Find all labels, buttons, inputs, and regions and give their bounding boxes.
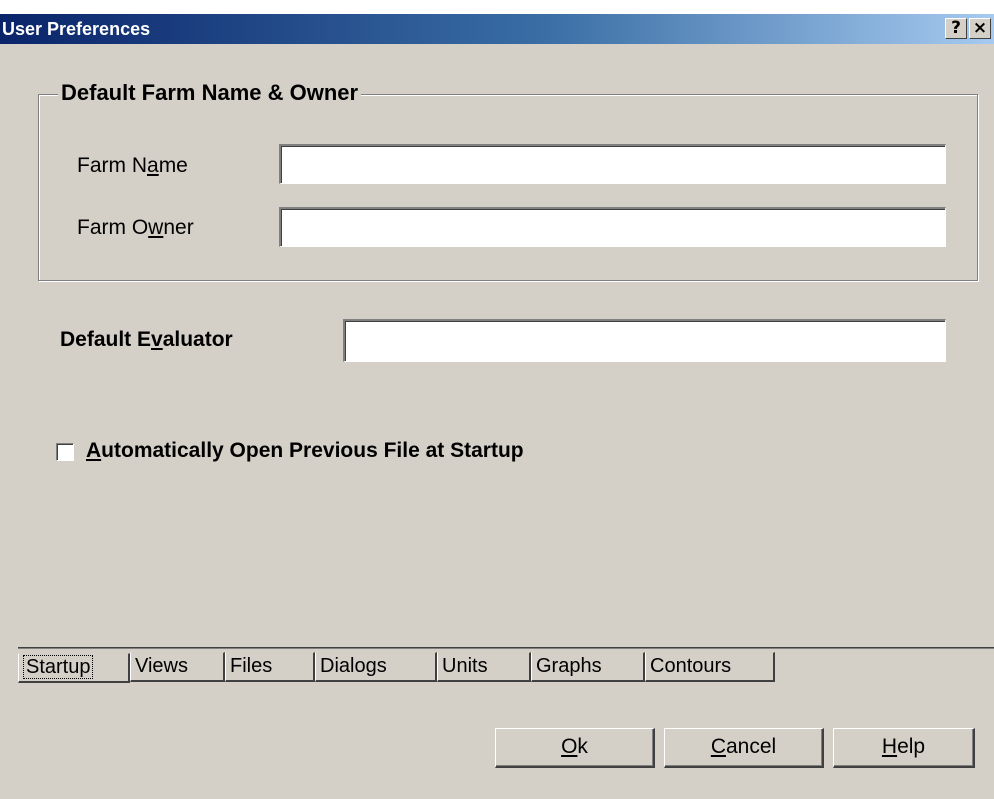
default-evaluator-input[interactable]: [343, 319, 946, 362]
help-context-button[interactable]: ?: [945, 18, 967, 39]
tab-contours[interactable]: Contours: [645, 652, 775, 682]
question-icon: ?: [951, 18, 961, 38]
title-top-strip: [0, 0, 994, 14]
farm-name-input[interactable]: [279, 144, 946, 184]
tab-strip-divider-shadow: [18, 648, 994, 649]
help-button[interactable]: Help: [833, 728, 975, 768]
ok-button[interactable]: Ok: [495, 728, 655, 768]
tab-files[interactable]: Files: [225, 652, 315, 682]
default-evaluator-label: Default Evaluator: [60, 328, 233, 351]
tab-dialogs[interactable]: Dialogs: [315, 652, 437, 682]
farm-group-box: [38, 94, 978, 281]
close-button[interactable]: ×: [969, 18, 991, 39]
tab-units[interactable]: Units: [437, 652, 531, 682]
tab-startup[interactable]: Startup: [18, 653, 130, 683]
user-preferences-dialog: User Preferences ? × Default Farm Name &…: [0, 0, 994, 799]
title-bar[interactable]: User Preferences ? ×: [0, 14, 994, 44]
tab-graphs[interactable]: Graphs: [531, 652, 645, 682]
farm-name-label: Farm Name: [77, 154, 188, 177]
window-title: User Preferences: [2, 19, 151, 39]
close-icon: ×: [972, 18, 988, 38]
auto-open-label[interactable]: Automatically Open Previous File at Star…: [86, 439, 524, 463]
auto-open-checkbox[interactable]: [56, 443, 74, 461]
cancel-button[interactable]: Cancel: [664, 728, 824, 768]
farm-owner-input[interactable]: [279, 207, 946, 247]
farm-group-legend: Default Farm Name & Owner: [58, 80, 362, 106]
farm-owner-label: Farm Owner: [77, 216, 194, 239]
tab-views[interactable]: Views: [130, 652, 225, 682]
